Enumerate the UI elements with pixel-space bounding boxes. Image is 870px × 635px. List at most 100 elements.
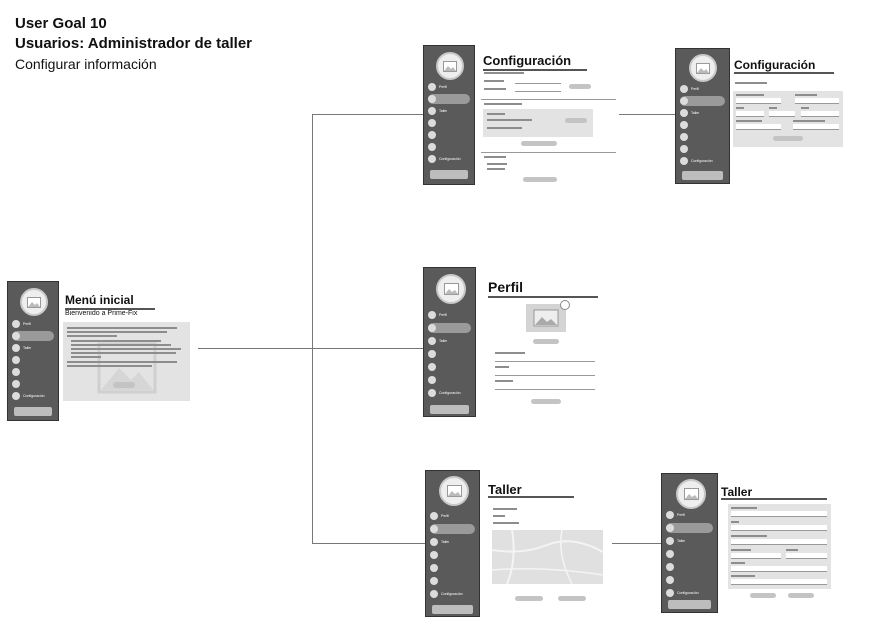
sidebar-item-5[interactable]: [428, 362, 471, 372]
nav-bullet-icon: [428, 143, 436, 151]
nav-bullet-icon: [666, 511, 674, 519]
goal-description: Configurar información: [15, 56, 157, 72]
card-type-select[interactable]: [795, 98, 839, 104]
workshop-name-field[interactable]: [731, 511, 827, 517]
sidebar-item-5[interactable]: [680, 132, 725, 142]
sidebar-item-configuracion[interactable]: Configuración: [12, 391, 54, 401]
nav-bullet-icon: [428, 389, 436, 397]
screen-configuracion-metodo: Perfil Taller Configuración Configuració…: [675, 48, 845, 184]
city-field[interactable]: [786, 553, 827, 559]
sidebar-item-perfil[interactable]: Perfil: [12, 319, 54, 329]
username-field[interactable]: [495, 356, 595, 362]
sidebar-item-configuracion[interactable]: Configuración: [428, 388, 471, 398]
schedule-field[interactable]: [731, 579, 827, 585]
sidebar-item-5[interactable]: [666, 562, 713, 572]
save-workshop-button[interactable]: [750, 593, 776, 598]
workshop-map[interactable]: [492, 530, 603, 584]
change-password-button[interactable]: [569, 84, 591, 89]
save-method-button[interactable]: [773, 136, 803, 141]
sidebar-item-4[interactable]: [680, 120, 725, 130]
sidebar-item-taller[interactable]: Taller: [666, 536, 713, 546]
sidebar-item-6[interactable]: [666, 575, 713, 585]
welcome-panel: [63, 322, 190, 401]
logout-button[interactable]: [430, 405, 469, 414]
address-field[interactable]: [731, 539, 827, 545]
sidebar-item-menu[interactable]: [430, 524, 475, 534]
password-field-1[interactable]: [515, 78, 561, 84]
sidebar-item-configuracion[interactable]: Configuración: [680, 156, 725, 166]
password-field-2[interactable]: [515, 86, 561, 92]
sidebar-item-menu[interactable]: [680, 96, 725, 106]
sidebar-item-5[interactable]: [12, 367, 54, 377]
edit-method-button[interactable]: [565, 118, 587, 123]
cvv-field[interactable]: [801, 111, 839, 117]
sidebar-item-6[interactable]: [680, 144, 725, 154]
sidebar-item-5[interactable]: [430, 563, 475, 573]
add-method-button[interactable]: [521, 141, 557, 146]
logout-button[interactable]: [430, 170, 468, 179]
email-field[interactable]: [495, 370, 595, 376]
sidebar-item-4[interactable]: [430, 550, 475, 560]
sidebar-item-perfil[interactable]: Perfil: [680, 84, 725, 94]
logout-button[interactable]: [682, 171, 723, 180]
profile-edit-circle[interactable]: [560, 300, 570, 310]
sidebar-item-perfil[interactable]: Perfil: [430, 511, 475, 521]
screen-configuracion: Perfil Taller Configuración Configuració…: [423, 45, 619, 185]
sidebar-item-taller[interactable]: Taller: [12, 343, 54, 353]
nav-bullet-icon: [680, 109, 688, 117]
year-field[interactable]: [769, 111, 795, 117]
sidebar-item-perfil[interactable]: Perfil: [428, 82, 470, 92]
sidebar-item-menu[interactable]: [428, 94, 470, 104]
sidebar-item-6[interactable]: [428, 142, 470, 152]
month-field[interactable]: [736, 111, 764, 117]
sidebar-item-4[interactable]: [428, 349, 471, 359]
contact-button[interactable]: [523, 177, 557, 182]
cancel-workshop-button[interactable]: [788, 593, 814, 598]
sidebar-item-perfil[interactable]: Perfil: [428, 310, 471, 320]
department-field[interactable]: [731, 553, 781, 559]
sidebar-item-6[interactable]: [430, 576, 475, 586]
sidebar-item-6[interactable]: [428, 375, 471, 385]
logout-button[interactable]: [14, 407, 52, 416]
save-changes-button[interactable]: [531, 399, 561, 404]
connector-to-taller: [312, 543, 425, 544]
profile-image-icon: [526, 304, 566, 332]
edit-location-button[interactable]: [558, 596, 586, 601]
phone-field[interactable]: [731, 566, 827, 572]
nit-field[interactable]: [731, 525, 827, 531]
nav-bullet-icon: [12, 332, 20, 340]
avatar-image-icon: [436, 52, 464, 80]
sidebar-item-taller[interactable]: Taller: [428, 106, 470, 116]
change-photo-button[interactable]: [533, 339, 559, 344]
sidebar-item-5[interactable]: [428, 130, 470, 140]
nav-bullet-icon: [430, 590, 438, 598]
sidebar: Perfil Taller Configuración: [423, 45, 475, 185]
sidebar-item-4[interactable]: [12, 355, 54, 365]
sidebar-item-configuracion[interactable]: Configuración: [428, 154, 470, 164]
nav-bullet-icon: [666, 563, 674, 571]
sidebar-item-menu[interactable]: [12, 331, 54, 341]
sidebar-item-taller[interactable]: Taller: [680, 108, 725, 118]
sidebar-item-configuracion[interactable]: Configuración: [430, 589, 475, 599]
password-field[interactable]: [495, 384, 595, 390]
sidebar-item-perfil[interactable]: Perfil: [666, 510, 713, 520]
card-number-field[interactable]: [736, 98, 781, 104]
start-button[interactable]: [113, 382, 135, 388]
nav-bullet-icon: [428, 131, 436, 139]
nav-bullet-icon: [428, 376, 436, 384]
edit-info-button[interactable]: [515, 596, 543, 601]
postal-code-field[interactable]: [736, 124, 781, 130]
sidebar-item-6[interactable]: [12, 379, 54, 389]
logout-button[interactable]: [668, 600, 711, 609]
nav-bullet-icon: [428, 155, 436, 163]
sidebar-item-taller[interactable]: Taller: [430, 537, 475, 547]
sidebar-item-taller[interactable]: Taller: [428, 336, 471, 346]
sidebar-item-menu[interactable]: [666, 523, 713, 533]
holder-name-field[interactable]: [793, 124, 839, 130]
sidebar-item-menu[interactable]: [428, 323, 471, 333]
logout-button[interactable]: [432, 605, 473, 614]
sidebar-item-configuracion[interactable]: Configuración: [666, 588, 713, 598]
sidebar-item-4[interactable]: [428, 118, 470, 128]
nav-bullet-icon: [428, 83, 436, 91]
sidebar-item-4[interactable]: [666, 549, 713, 559]
